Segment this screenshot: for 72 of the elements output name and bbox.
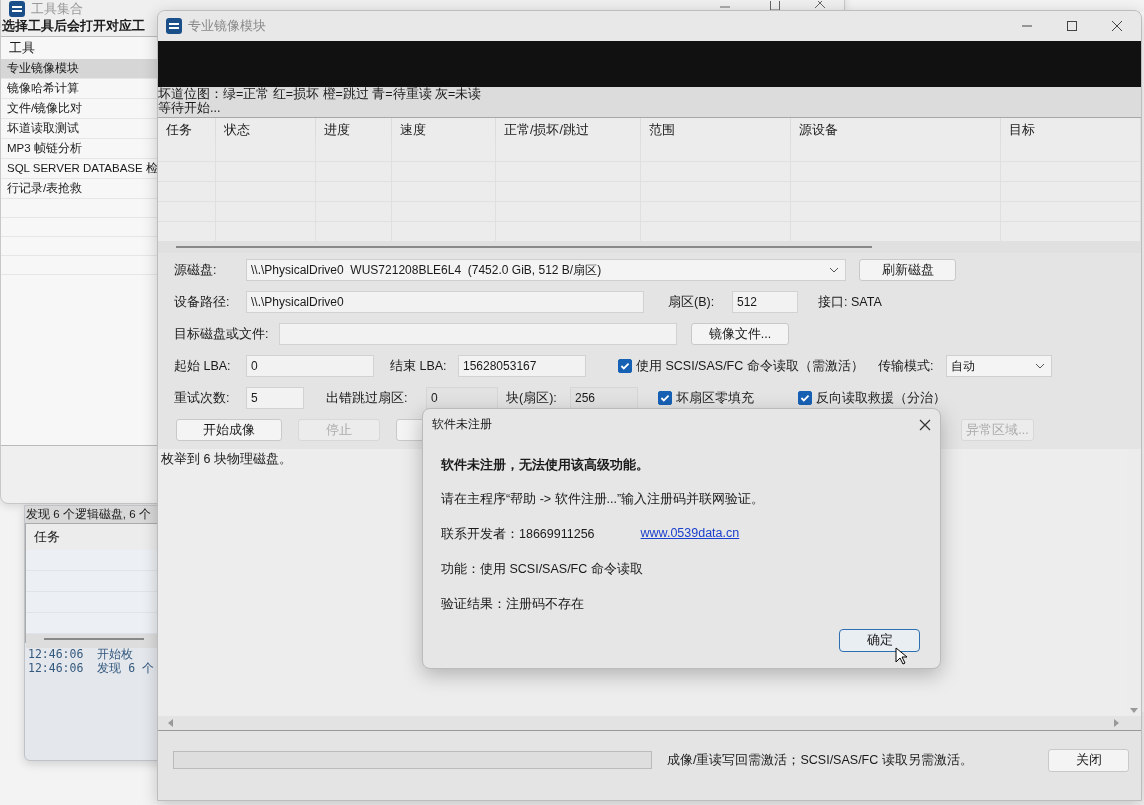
caret-icon[interactable]	[1035, 363, 1045, 369]
log-line: 枚举到 6 块物理磁盘。	[161, 451, 292, 468]
window-title: 工具集合	[31, 0, 83, 18]
field-label: 设备路径:	[174, 293, 231, 311]
close-icon[interactable]	[1111, 20, 1123, 32]
form-button[interactable]: 镜像文件...	[691, 323, 789, 345]
field-label: 源磁盘:	[174, 261, 218, 279]
cursor-icon	[895, 647, 907, 665]
checkmark-icon	[619, 360, 631, 372]
maximize-icon[interactable]	[769, 1, 781, 13]
app-icon	[166, 18, 182, 34]
window-title: 专业镜像模块	[188, 17, 266, 35]
field-label: 出错跳过扇区:	[326, 389, 409, 407]
field-label: 目标磁盘或文件:	[174, 325, 270, 343]
checkbox[interactable]: 反向读取救援（分治）	[798, 389, 946, 407]
close-icon[interactable]	[919, 418, 931, 431]
list-header: 工具	[8, 39, 36, 57]
input-field[interactable]: \\.\PhysicalDrive0	[246, 291, 644, 313]
scroll-thumb[interactable]	[176, 246, 872, 248]
field-label: 扇区(B):	[668, 293, 716, 311]
column-header[interactable]: 正常/损坏/跳过	[496, 118, 641, 142]
contact-text: 联系开发者：18669911256	[441, 526, 595, 543]
website-link[interactable]: www.0539data.cn	[640, 526, 740, 543]
field-label: 块(扇区):	[506, 389, 558, 407]
column-header[interactable]: 任务	[34, 530, 60, 544]
log-time: 12:46:06	[28, 647, 84, 661]
status-text: 等待开始...	[158, 101, 1141, 117]
input-field[interactable]: 0	[246, 355, 374, 377]
column-header[interactable]: 状态	[216, 118, 316, 142]
field-label: 结束 LBA:	[390, 357, 448, 375]
field-label: 起始 LBA:	[174, 357, 232, 375]
result-text: 验证结果：注册码不存在	[441, 596, 585, 613]
scroll-thumb[interactable]	[44, 638, 144, 640]
tool-item[interactable]: 专业镜像模块	[1, 59, 157, 79]
scroll-right-icon[interactable]	[1111, 718, 1121, 728]
field-label: 传输模式:	[878, 357, 935, 375]
app-icon	[9, 1, 25, 17]
scroll-left-icon[interactable]	[166, 718, 176, 728]
column-header[interactable]: 进度	[316, 118, 392, 142]
column-header[interactable]: 范围	[641, 118, 791, 142]
column-header[interactable]: 任务	[158, 118, 216, 142]
log-time: 12:46:06	[28, 661, 84, 675]
column-header[interactable]: 目标	[1001, 118, 1141, 142]
dialog-title: 软件未注册	[432, 416, 492, 433]
dropdown[interactable]: 自动	[946, 355, 1052, 377]
note-text: 成像/重读写回需激活；SCSI/SAS/FC 读取另需激活。	[667, 751, 973, 769]
instruction-text: 选择工具后会打开对应工	[1, 17, 145, 34]
instruction-text: 请在主程序“帮助 -> 软件注册...”输入注册码并联网验证。	[441, 491, 766, 508]
checkbox[interactable]: 坏扇区零填充	[658, 389, 778, 407]
feature-text: 功能：使用 SCSI/SAS/FC 命令读取	[441, 561, 644, 578]
input-field[interactable]: 15628053167	[458, 355, 586, 377]
field-label: 重试次数:	[174, 389, 231, 407]
ok-button[interactable]: 确定	[839, 629, 920, 652]
column-header[interactable]: 速度	[392, 118, 496, 142]
checkmark-icon	[799, 392, 811, 404]
column-header[interactable]: 源设备	[791, 118, 1001, 142]
log-message: 开始枚	[97, 647, 134, 661]
checkmark-icon	[659, 392, 671, 404]
dropdown[interactable]: \\.\PhysicalDrive0 WUS721208BLE6L4 (7452.0 GiB, 512 B/扇区)	[246, 259, 846, 281]
action-button[interactable]: 开始成像	[176, 419, 282, 441]
legend-text: 坏道位图：绿=正常 红=损坏 橙=跳过 青=待重读 灰=未读	[158, 87, 1141, 101]
form-button[interactable]: 刷新磁盘	[859, 259, 956, 281]
input-field[interactable]	[279, 323, 677, 345]
input-field[interactable]: 5	[246, 387, 304, 409]
maximize-icon[interactable]	[1066, 20, 1078, 32]
caret-icon[interactable]	[829, 267, 839, 273]
field-label: 接口: SATA	[818, 293, 882, 311]
dialog-heading: 软件未注册，无法使用该高级功能。	[441, 456, 650, 474]
log-message: 发现 6 个	[97, 661, 155, 675]
checkbox[interactable]: 使用 SCSI/SAS/FC 命令读取（需激活）	[618, 357, 858, 375]
close-button[interactable]: 关闭	[1048, 748, 1129, 772]
input-field[interactable]: 512	[732, 291, 798, 313]
